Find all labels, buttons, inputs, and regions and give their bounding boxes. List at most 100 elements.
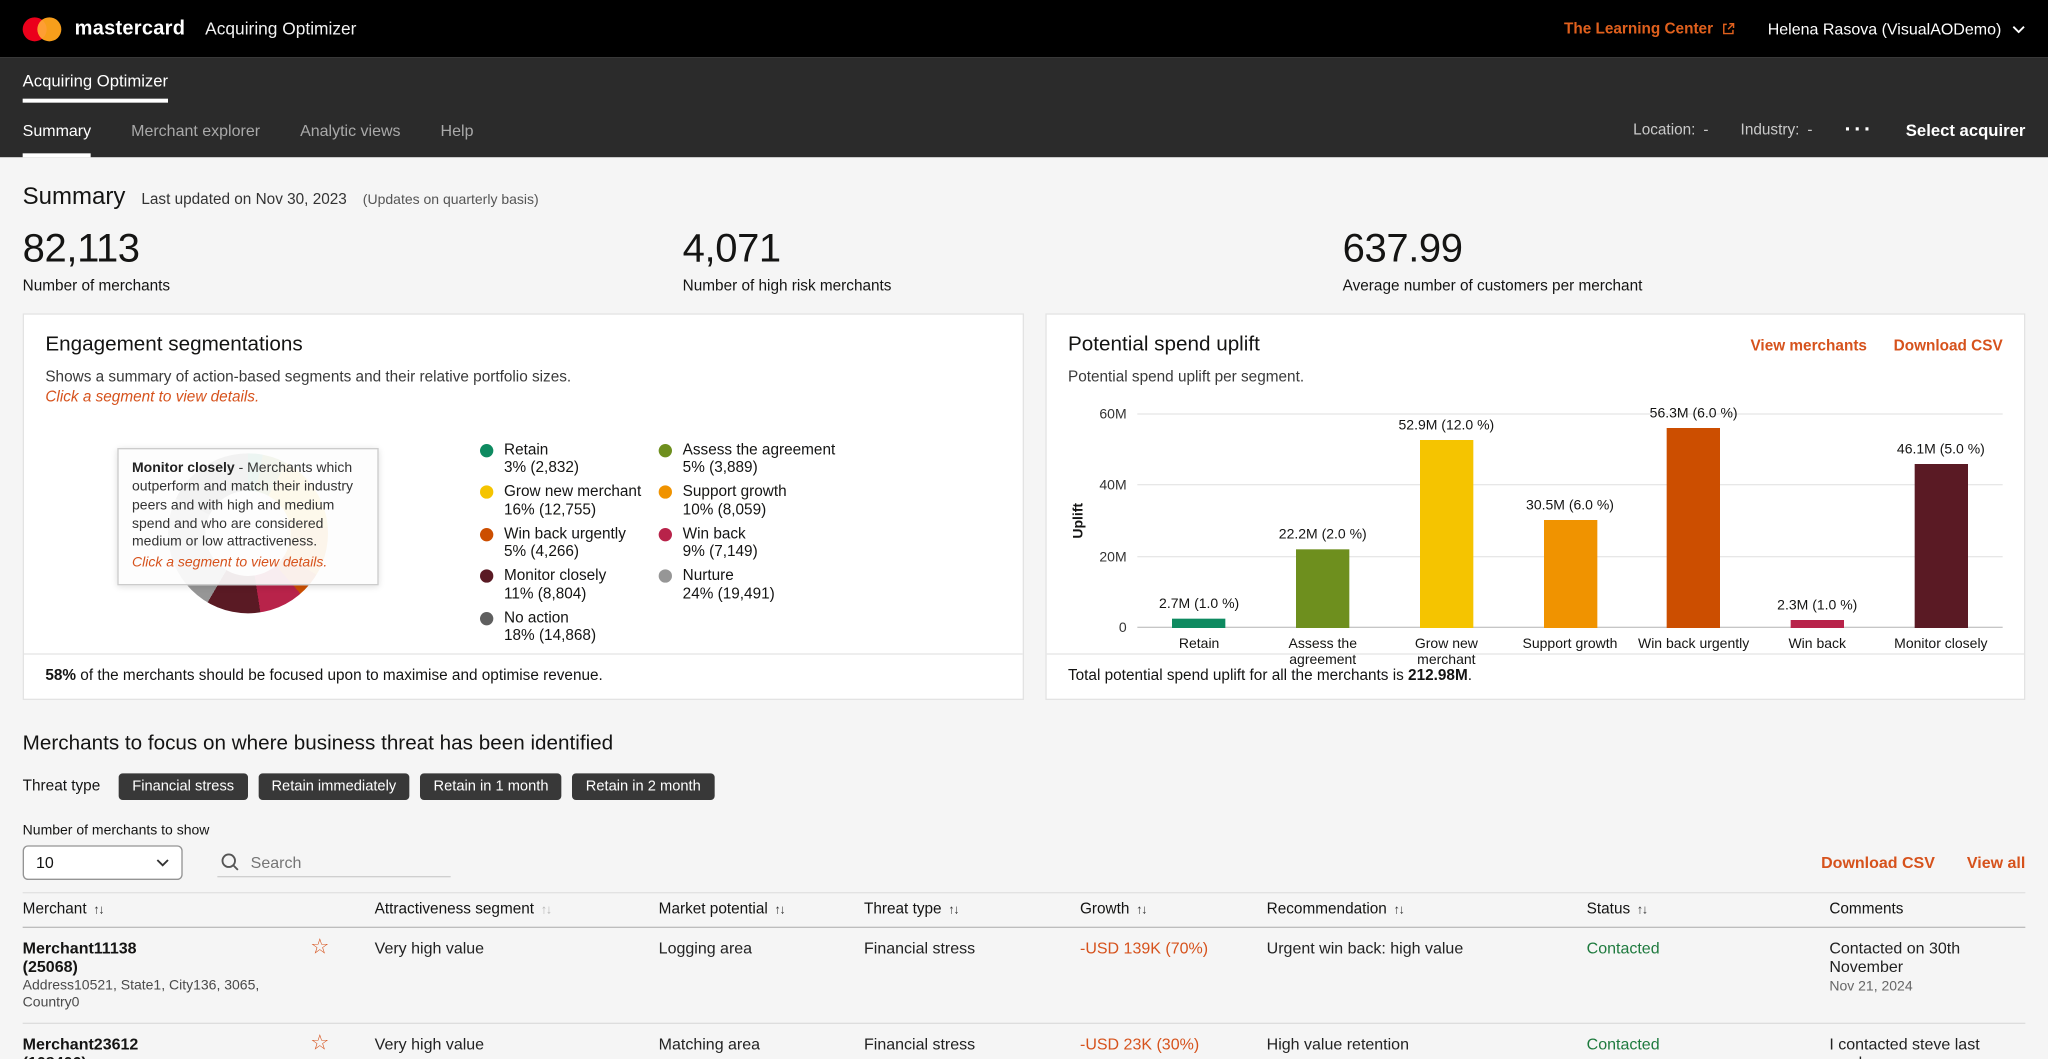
threat-pill-financial-stress[interactable]: Financial stress (119, 773, 248, 800)
cell-merchant: Merchant11138(25068)Address10521, State1… (23, 939, 375, 1012)
bar-value-label: 22.2M (2.0 %) (1279, 526, 1367, 542)
sort-icon[interactable]: ↑↓ (1637, 902, 1647, 917)
bar-plot: 2.7M (1.0 %) 22.2M (2.0 %) 52.9M (12.0 %) 3… (1137, 415, 2002, 628)
update-note: (Updates on quarterly basis) (363, 192, 539, 208)
uplift-subtitle: Potential spend uplift per segment. (1068, 369, 2003, 385)
column-header-merchant[interactable]: Merchant↑↓ (23, 901, 375, 917)
uplift-links: View merchants Download CSV (1750, 339, 2002, 355)
tab-help[interactable]: Help (441, 103, 474, 158)
legend-item-assess-the-agreement[interactable]: Assess the agreement5% (3,889) (659, 443, 899, 478)
column-header-status[interactable]: Status↑↓ (1587, 901, 1830, 917)
threat-pill-retain-in-1-month[interactable]: Retain in 1 month (420, 773, 562, 800)
legend-label: Nurture (683, 568, 775, 586)
search-icon (220, 852, 240, 872)
comment-text: I contacted steve last week. (1829, 1035, 2009, 1059)
bar-win-back[interactable] (1791, 620, 1844, 628)
y-ticks: 020M40M60M (1089, 415, 1137, 628)
product-tab-acquiring-optimizer[interactable]: Acquiring Optimizer (23, 72, 168, 103)
legend-label: Win back urgently (504, 526, 626, 544)
favorite-star-icon[interactable]: ☆ (310, 939, 329, 1012)
legend-item-no-action[interactable]: No action18% (14,868) (480, 610, 659, 645)
legend-stats: 5% (4,266) (504, 544, 626, 562)
select-acquirer-button[interactable]: Select acquirer (1906, 121, 2026, 140)
merchant-name: Merchant23612 (23, 1035, 213, 1054)
column-header-market-potential[interactable]: Market potential ↑↓ (659, 901, 864, 917)
nav-tab-row: Summary Merchant explorer Analytic views He… (23, 103, 2026, 158)
sort-icon[interactable]: ↑↓ (948, 902, 958, 917)
column-header-comments: Comments (1829, 901, 2025, 917)
favorite-star-icon[interactable]: ☆ (310, 1035, 329, 1059)
threat-pill-retain-in-2-month[interactable]: Retain in 2 month (572, 773, 714, 800)
table-download-csv-link[interactable]: Download CSV (1821, 853, 1935, 872)
search-box[interactable] (217, 848, 450, 877)
search-input[interactable] (251, 853, 431, 872)
column-header-threat-type[interactable]: Threat type↑↓ (864, 901, 1080, 917)
bar-column: 2.3M (1.0 %) (1755, 415, 1879, 628)
bar-value-label: 46.1M (5.0 %) (1897, 441, 1985, 457)
sort-icon[interactable]: ↑↓ (1136, 902, 1146, 917)
learning-center-link[interactable]: The Learning Center (1564, 21, 1736, 37)
column-label: Comments (1829, 901, 1903, 917)
legend-stats: 18% (14,868) (504, 628, 596, 646)
legend-item-grow-new-merchant[interactable]: Grow new merchant16% (12,755) (480, 485, 659, 520)
bar-value-label: 30.5M (6.0 %) (1526, 497, 1614, 513)
legend-dot (480, 612, 493, 625)
bar-win-back-urgently[interactable] (1667, 428, 1720, 628)
legend-dot (659, 528, 672, 541)
legend-item-support-growth[interactable]: Support growth10% (8,059) (659, 485, 899, 520)
column-header-recommendation[interactable]: Recommendation↑↓ (1267, 901, 1587, 917)
y-axis-label: Uplift (1068, 415, 1089, 628)
bar-grow-new-merchant[interactable] (1420, 440, 1473, 628)
legend-label: No action (504, 610, 596, 628)
threat-pill-retain-immediately[interactable]: Retain immediately (258, 773, 409, 800)
sort-icon[interactable]: ↑↓ (774, 902, 784, 917)
sort-icon[interactable]: ↑↓ (1394, 902, 1404, 917)
cards-row: Engagement segmentations Shows a summary… (23, 313, 2026, 700)
bar-column: 2.7M (1.0 %) (1137, 415, 1261, 628)
tab-summary[interactable]: Summary (23, 103, 91, 158)
cell-merchant: Merchant23612(108406)State11, City3917, … (23, 1035, 375, 1059)
download-csv-link[interactable]: Download CSV (1894, 339, 2003, 355)
bar-retain[interactable] (1172, 618, 1225, 628)
view-merchants-link[interactable]: View merchants (1750, 339, 1866, 355)
tooltip-cta-link[interactable]: Click a segment to view details. (132, 555, 364, 573)
tab-analytic-views[interactable]: Analytic views (300, 103, 400, 158)
industry-filter: Industry:- (1741, 122, 1813, 138)
legend-item-win-back-urgently[interactable]: Win back urgently5% (4,266) (480, 526, 659, 561)
bar-value-label: 52.9M (12.0 %) (1399, 417, 1495, 433)
column-header-attractiveness-segment[interactable]: Attractiveness segment↑↓ (375, 901, 659, 917)
legend-item-nurture[interactable]: Nurture24% (19,491) (659, 568, 899, 603)
bar-support-growth[interactable] (1543, 520, 1596, 628)
sort-icon[interactable]: ↑↓ (541, 902, 551, 917)
cell-market-potential: Matching area (659, 1035, 864, 1059)
tab-merchant-explorer[interactable]: Merchant explorer (131, 103, 260, 158)
view-all-link[interactable]: View all (1967, 853, 2025, 872)
legend-item-monitor-closely[interactable]: Monitor closely11% (8,804) (480, 568, 659, 603)
table-row-merchant11138[interactable]: Merchant11138(25068)Address10521, State1… (23, 928, 2026, 1024)
legend-text: Assess the agreement5% (3,889) (683, 443, 836, 478)
bar-value-label: 56.3M (6.0 %) (1650, 405, 1738, 421)
table-body: Merchant11138(25068)Address10521, State1… (23, 928, 2026, 1059)
table-controls: 10 Download CSV View all (23, 845, 2026, 880)
more-options-icon[interactable]: ··· (1844, 123, 1873, 136)
column-header-growth[interactable]: Growth↑↓ (1080, 901, 1267, 917)
bar-assess-the-agreement[interactable] (1296, 549, 1349, 628)
legend-item-retain[interactable]: Retain3% (2,832) (480, 443, 659, 478)
uplift-card: Potential spend uplift View merchants Do… (1045, 313, 2025, 700)
sort-icon[interactable]: ↑↓ (93, 902, 103, 917)
legend-item-win-back[interactable]: Win back9% (7,149) (659, 526, 899, 561)
bar-monitor-closely[interactable] (1914, 464, 1967, 628)
app-window: mastercard Acquiring Optimizer The Learn… (0, 0, 2048, 1059)
threat-filter-row: Threat type Financial stressRetain immed… (23, 773, 2026, 800)
legend-stats: 3% (2,832) (504, 460, 579, 478)
merchants-table: Merchant↑↓Attractiveness segment↑↓Market… (23, 892, 2026, 1059)
column-label: Market potential (659, 901, 768, 917)
user-name: Helena Rasova (VisualAODemo) (1768, 19, 2002, 38)
engagement-legend: Retain3% (2,832) Assess the agreement5% (… (480, 443, 899, 646)
user-menu[interactable]: Helena Rasova (VisualAODemo) (1768, 19, 2026, 38)
kpi-row: 82,113 Number of merchants 4,071 Number … (23, 227, 2026, 295)
table-row-merchant23612[interactable]: Merchant23612(108406)State11, City3917, … (23, 1024, 2026, 1059)
location-filter: Location:- (1633, 122, 1708, 138)
merchant-count-select[interactable]: 10 (23, 845, 183, 880)
segment-cta-link[interactable]: Click a segment to view details. (45, 389, 1001, 405)
